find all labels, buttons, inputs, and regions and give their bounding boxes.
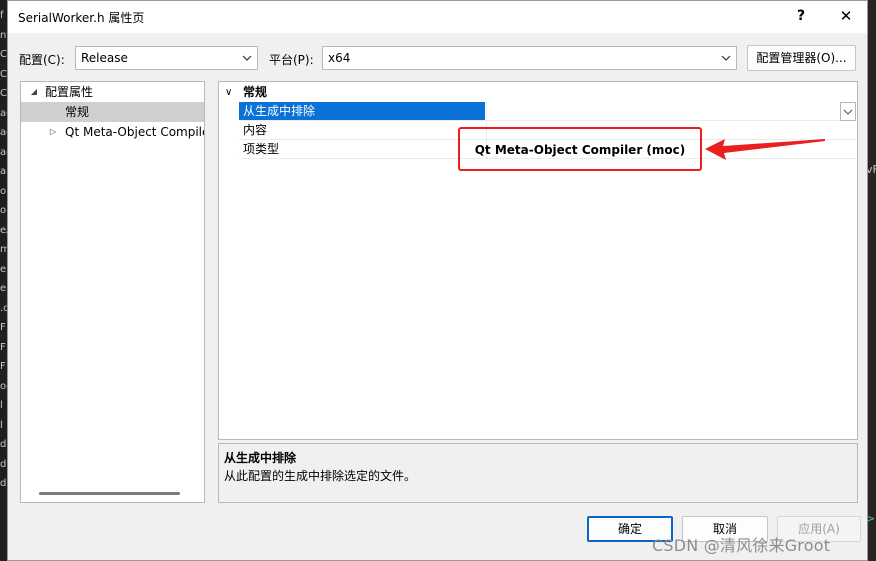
description-panel: 从生成中排除 从此配置的生成中排除选定的文件。 <box>218 443 858 503</box>
property-name: 内容 <box>243 123 268 137</box>
chevron-down-icon <box>242 55 252 61</box>
chevron-down-icon <box>721 55 731 61</box>
property-name: 从生成中排除 <box>239 102 485 120</box>
red-arrow-icon <box>705 139 825 160</box>
tree-item-label: Qt Meta-Object Compile <box>65 125 205 139</box>
property-tree: ◢ 配置属性 常规 ▷ Qt Meta-Object Compile <box>20 81 205 503</box>
config-manager-button[interactable]: 配置管理器(O)... <box>747 45 856 71</box>
ide-fragment: C <box>0 49 7 60</box>
ide-fragment: F <box>0 341 6 353</box>
watermark: CSDN @清风徐来Groot <box>652 536 831 555</box>
config-select[interactable]: Release <box>75 46 258 70</box>
ide-fragment: C <box>0 88 7 99</box>
platform-value: x64 <box>328 51 351 65</box>
ide-fragment: l <box>0 400 3 411</box>
description-title: 从生成中排除 <box>224 451 297 465</box>
category-label: 常规 <box>243 85 268 99</box>
ide-fragment: F <box>0 322 6 333</box>
config-value: Release <box>81 51 128 65</box>
tree-item-qt-moc[interactable]: ▷ Qt Meta-Object Compile <box>21 122 204 142</box>
tree-item-label: 配置属性 <box>45 85 94 99</box>
property-name: 项类型 <box>243 142 280 156</box>
close-button[interactable]: ✕ <box>834 3 858 29</box>
tree-item-general[interactable]: 常规 <box>21 102 204 122</box>
tree-item-label: 常规 <box>65 105 90 119</box>
help-button[interactable]: ? <box>790 3 812 29</box>
dialog-title: SerialWorker.h 属性页 <box>18 11 145 25</box>
ide-fragment: f <box>0 10 4 21</box>
property-value[interactable] <box>486 102 857 120</box>
annotation-text: Qt Meta-Object Compiler (moc) <box>474 143 686 157</box>
description-text: 从此配置的生成中排除选定的文件。 <box>224 469 417 483</box>
ide-fragment: F <box>0 361 6 372</box>
config-label: 配置(C): <box>19 53 65 67</box>
ide-fragment: l <box>0 419 3 431</box>
chevron-down-icon <box>843 109 853 115</box>
title-bar: SerialWorker.h 属性页 ? ✕ <box>8 1 867 33</box>
property-row-exclude-from-build[interactable]: 从生成中排除 <box>239 102 857 121</box>
triangle-down-icon[interactable]: ◢ <box>28 82 40 102</box>
platform-label: 平台(P): <box>269 53 314 67</box>
ide-fragment: C <box>0 68 7 80</box>
triangle-right-icon[interactable]: ▷ <box>47 122 59 142</box>
annotation-box: Qt Meta-Object Compiler (moc) <box>458 127 702 171</box>
platform-select[interactable]: x64 <box>322 46 737 70</box>
chevron-down-icon[interactable]: ∨ <box>225 83 232 102</box>
tree-item-root[interactable]: ◢ 配置属性 <box>21 82 204 102</box>
property-pages-dialog: SerialWorker.h 属性页 ? ✕ 配置(C): Release 平台… <box>7 0 868 561</box>
category-row[interactable]: ∨ 常规 <box>219 83 857 102</box>
property-dropdown-button[interactable] <box>840 102 856 121</box>
horizontal-scrollbar[interactable] <box>39 492 180 495</box>
